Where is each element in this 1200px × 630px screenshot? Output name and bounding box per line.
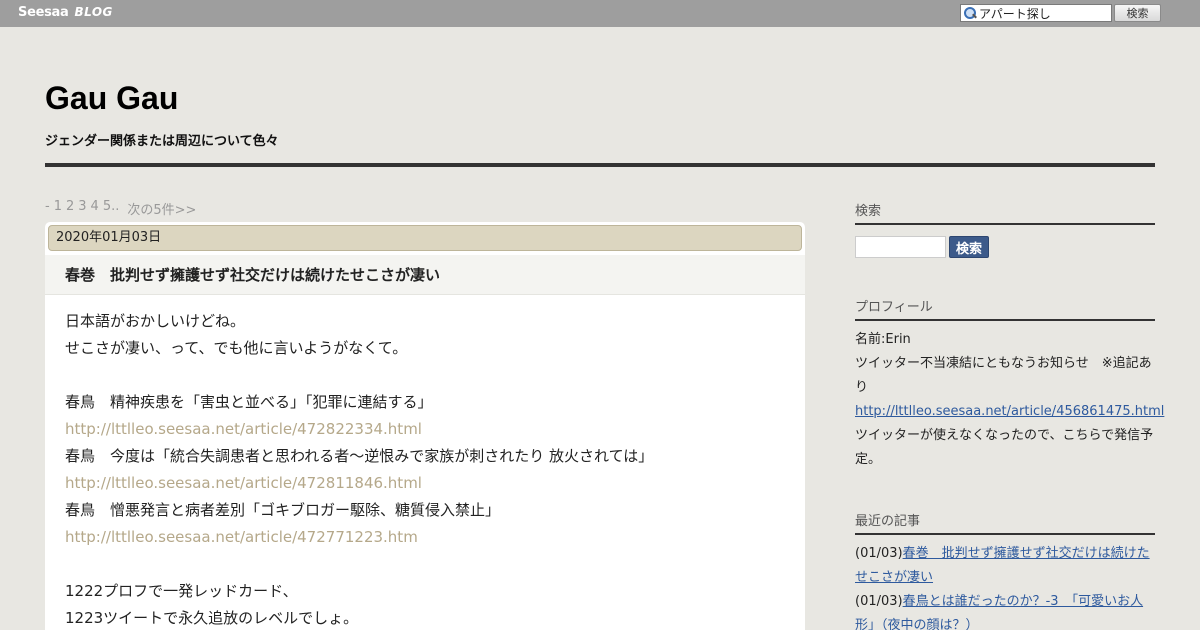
article-text-line: 春鳥 精神疾患を「害虫と並べる」「犯罪に連結する」: [65, 393, 433, 411]
profile-link[interactable]: http://lttlleo.seesaa.net/article/456861…: [855, 404, 1164, 419]
pager-page-5[interactable]: 5..: [103, 199, 120, 218]
article-link-line: http://lttlleo.seesaa.net/article/472811…: [65, 470, 785, 497]
article-text-line: [65, 551, 785, 578]
pagination: - 1 2 3 4 5.. 次の5件>>: [45, 199, 196, 218]
sidebar-recent: 最近の記事 (01/03)春巻 批判せず擁護せず社交だけは続けたせこさが凄い (0…: [855, 510, 1155, 630]
header-divider: [45, 163, 1155, 167]
pager-page-3[interactable]: 3: [78, 199, 86, 218]
profile-name: 名前:Erin: [855, 332, 911, 347]
logo-main-text: Seesaa: [18, 5, 69, 20]
article-link[interactable]: http://lttlleo.seesaa.net/article/472771…: [65, 528, 418, 546]
article-text-line: [65, 362, 785, 389]
logo-sub-text: BLOG: [74, 5, 113, 19]
sidebar-recent-heading: 最近の記事: [855, 510, 1155, 535]
pager-page-4[interactable]: 4: [91, 199, 99, 218]
recent-articles-list: (01/03)春巻 批判せず擁護せず社交だけは続けたせこさが凄い (01/03)春…: [855, 542, 1155, 630]
profile-note: ツイッターが使えなくなったので、こちらで発信予定。: [855, 428, 1154, 467]
pager-page-1[interactable]: 1: [54, 199, 62, 218]
article-text-line: せこさが凄い、って、でも他に言いようがなくて。: [65, 339, 408, 357]
pager-dash: -: [45, 199, 50, 214]
top-search-box: [960, 4, 1112, 22]
article: 2020年01月03日 春巻 批判せず擁護せず社交だけは続けたせこさが凄い 日本…: [45, 222, 805, 630]
top-search-input[interactable]: [979, 5, 1109, 21]
seesaa-blog-logo[interactable]: Seesaa BLOG: [18, 5, 113, 22]
article-text-line: 春鳥 憎悪発言と病者差別「ゴキブロガー駆除、糖質侵入禁止」: [65, 501, 501, 519]
profile-notice: ツイッター不当凍結にともなうお知らせ ※追記あり: [855, 356, 1152, 395]
recent-article-item: (01/03)春鳥とは誰だったのか？-3 「可愛いお人形」（夜中の顔は？）: [855, 590, 1155, 630]
article-date: 2020年01月03日: [48, 225, 802, 251]
article-link-line: http://lttlleo.seesaa.net/article/472771…: [65, 524, 785, 551]
profile-content: 名前:Erin ツイッター不当凍結にともなうお知らせ ※追記あり http://…: [855, 328, 1164, 472]
sidebar-profile-heading: プロフィール: [855, 296, 1155, 321]
pager-next-link[interactable]: 次の5件>>: [127, 199, 196, 218]
recent-article-item: (01/03)春巻 批判せず擁護せず社交だけは続けたせこさが凄い: [855, 542, 1155, 590]
sidebar-profile: プロフィール 名前:Erin ツイッター不当凍結にともなうお知らせ ※追記あり …: [855, 296, 1164, 472]
sidebar-search-form: 検索: [855, 236, 1155, 258]
article-title[interactable]: 春巻 批判せず擁護せず社交だけは続けたせこさが凄い: [65, 264, 440, 285]
sidebar: 検索 検索 プロフィール 名前:Erin ツイッター不当凍結にともなうお知らせ …: [855, 200, 1164, 630]
recent-article-date: (01/03): [855, 594, 903, 609]
blog-description: ジェンダー関係または周辺について色々: [45, 134, 279, 149]
seesaa-topbar: Seesaa BLOG 検索: [0, 0, 1200, 27]
article-text-line: 1223ツイートで永久追放のレベルでしょ。: [65, 609, 359, 627]
sidebar-search-heading: 検索: [855, 200, 1155, 225]
article-link-line: http://lttlleo.seesaa.net/article/472822…: [65, 416, 785, 443]
article-title-bar: 春巻 批判せず擁護せず社交だけは続けたせこさが凄い: [45, 255, 805, 295]
article-text-line: 1222プロフで一発レッドカード、: [65, 582, 298, 600]
article-body: 日本語がおかしいけどね。せこさが凄い、って、でも他に言いようがなくて。春鳥 精神…: [65, 308, 785, 630]
pager-page-2[interactable]: 2: [66, 199, 74, 218]
sidebar-search-input[interactable]: [855, 236, 946, 258]
article-text-line: 日本語がおかしいけどね。: [65, 312, 246, 330]
sidebar-search-button[interactable]: 検索: [949, 236, 989, 258]
article-link[interactable]: http://lttlleo.seesaa.net/article/472822…: [65, 420, 422, 438]
blog-title[interactable]: Gau Gau: [45, 80, 178, 117]
article-link[interactable]: http://lttlleo.seesaa.net/article/472811…: [65, 474, 422, 492]
search-icon: [961, 5, 979, 21]
recent-article-date: (01/03): [855, 546, 903, 561]
top-search-button[interactable]: 検索: [1114, 4, 1161, 22]
article-text-line: 春鳥 今度は「統合失調患者と思われる者～逆恨みで家族が刺されたり 放火されては」: [65, 447, 654, 465]
